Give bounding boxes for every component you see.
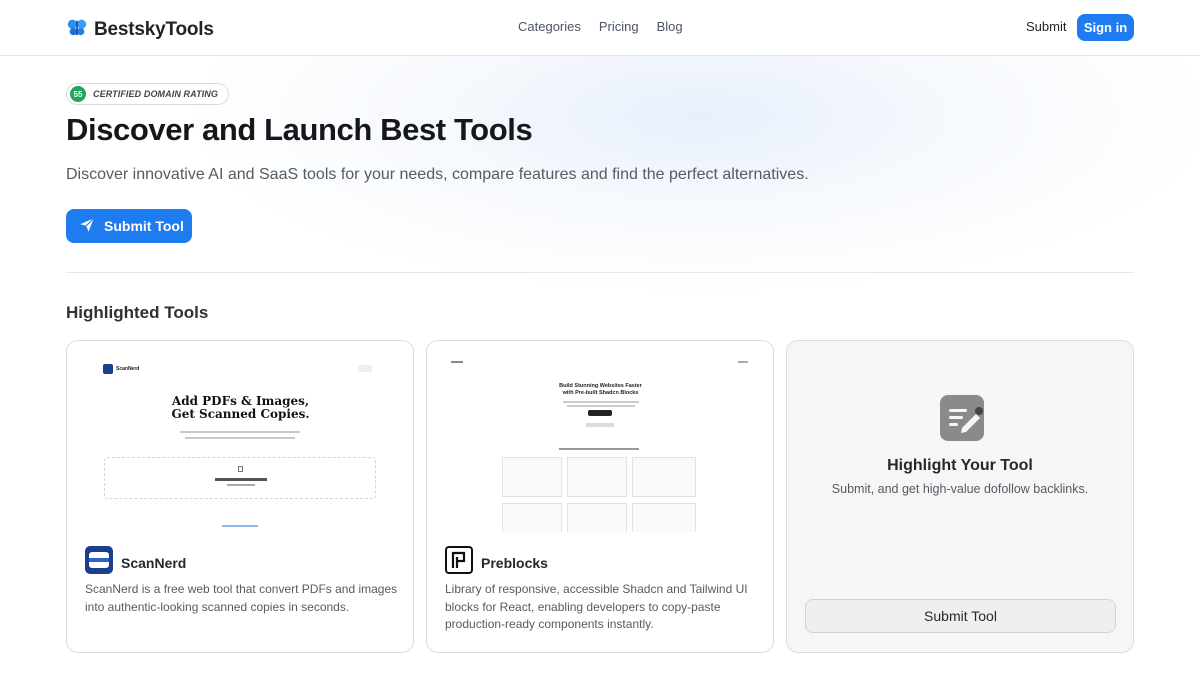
- tool-card-scannerd[interactable]: ScanNerd Add PDFs & Images, Get Scanned …: [66, 340, 414, 653]
- cta-submit-tool-button[interactable]: Submit Tool: [805, 599, 1116, 633]
- tool-name: Preblocks: [481, 554, 548, 571]
- brand-logo[interactable]: BestskyTools: [66, 16, 214, 43]
- sign-in-button[interactable]: Sign in: [1077, 14, 1134, 41]
- preview-upload-icon: [238, 466, 243, 472]
- nav-categories[interactable]: Categories: [518, 19, 581, 34]
- highlight-your-tool-card: Highlight Your Tool Submit, and get high…: [786, 340, 1134, 653]
- cta-card-description: Submit, and get high-value dofollow back…: [831, 482, 1089, 496]
- header-submit-link[interactable]: Submit: [1026, 19, 1066, 34]
- nav-pricing[interactable]: Pricing: [599, 19, 639, 34]
- brand-name: BestskyTools: [94, 18, 214, 40]
- main-nav: Categories Pricing Blog: [518, 19, 683, 34]
- page-subtitle: Discover innovative AI and SaaS tools fo…: [66, 166, 809, 183]
- preview-block: [502, 457, 562, 497]
- preview-icon-row: [586, 423, 614, 427]
- nav-blog[interactable]: Blog: [657, 19, 683, 34]
- preview-nav-mark: [738, 361, 748, 363]
- preview-text-line: [180, 431, 300, 433]
- preview-headline: Add PDFs & Images, Get Scanned Copies.: [85, 395, 396, 421]
- preview-text-line: [567, 405, 635, 407]
- preview-link: [222, 525, 258, 527]
- cta-card-title: Highlight Your Tool: [887, 457, 1033, 474]
- preview-brand-mark: [451, 361, 463, 363]
- tool-description: ScanNerd is a free web tool that convert…: [85, 582, 398, 614]
- preview-dropzone: [104, 457, 376, 499]
- preview-text-line: [563, 401, 639, 403]
- preview-block: [567, 457, 627, 497]
- preview-section-title: [559, 448, 639, 450]
- preview-drop-text: [215, 478, 267, 481]
- scannerd-mini-logo-icon: [103, 364, 113, 374]
- preview-block: [567, 503, 627, 532]
- edit-note-icon: [940, 395, 984, 441]
- hero-submit-tool-button[interactable]: Submit Tool: [66, 209, 192, 243]
- preview-block: [502, 503, 562, 532]
- section-divider: [66, 272, 1134, 273]
- preview-text-line: [185, 437, 295, 439]
- page-title: Discover and Launch Best Tools: [66, 112, 533, 147]
- rating-score: 55: [70, 86, 86, 102]
- preview-block: [632, 503, 696, 532]
- preview-drop-subtext: [227, 484, 255, 486]
- preview-headline: Build Stunning Websites Faster with Pre-…: [445, 383, 756, 397]
- butterfly-logo-icon: [66, 16, 88, 43]
- tool-name: ScanNerd: [121, 554, 187, 571]
- preview-brand: ScanNerd: [116, 366, 140, 372]
- preview-headline-line-2: Get Scanned Copies.: [171, 407, 310, 421]
- preview-headline-line-2: with Pre-built Shadcn Blocks: [562, 390, 639, 396]
- preblocks-logo-icon: [445, 546, 473, 579]
- rating-label: CERTIFIED DOMAIN RATING: [93, 89, 218, 99]
- card-title-row: Preblocks: [445, 546, 548, 579]
- preview-button: [358, 365, 372, 372]
- domain-rating-badge[interactable]: 55 CERTIFIED DOMAIN RATING: [66, 83, 229, 105]
- preblocks-preview-image: Build Stunning Websites Faster with Pre-…: [445, 357, 756, 532]
- scannerd-logo-icon: [85, 546, 113, 579]
- preview-headline-line-1: Build Stunning Websites Faster: [559, 383, 642, 389]
- preview-cta-button: [588, 410, 612, 416]
- tool-card-preblocks[interactable]: Build Stunning Websites Faster with Pre-…: [426, 340, 774, 653]
- preview-header: ScanNerd: [103, 364, 139, 374]
- preview-block: [632, 457, 696, 497]
- hero-submit-tool-label: Submit Tool: [104, 218, 184, 234]
- paper-plane-icon: [78, 216, 96, 237]
- card-title-row: ScanNerd: [85, 546, 186, 579]
- top-navbar: BestskyTools Categories Pricing Blog Sub…: [0, 0, 1200, 56]
- tool-description: Library of responsive, accessible Shadcn…: [445, 582, 748, 632]
- highlighted-tools-heading: Highlighted Tools: [66, 303, 209, 322]
- scannerd-preview-image: ScanNerd Add PDFs & Images, Get Scanned …: [85, 357, 396, 532]
